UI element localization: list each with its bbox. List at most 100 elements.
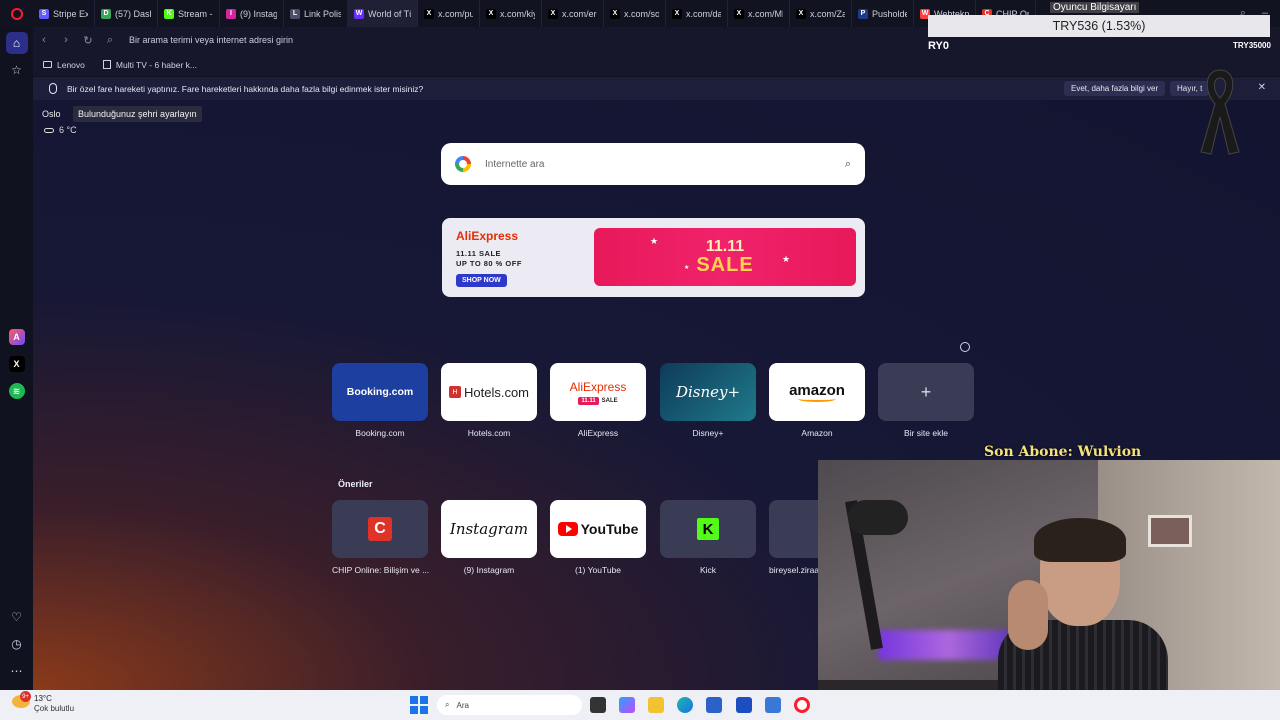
tab-favicon-icon: X (610, 8, 620, 19)
cam-rgb-lights (878, 630, 1018, 660)
x-icon: X (8, 356, 25, 372)
more-button[interactable]: ⋯ (6, 660, 28, 682)
latest-subscriber: Son Abone: Wulvion (984, 444, 1142, 460)
tab-label: Link Polisi H (304, 8, 341, 19)
favorites-button[interactable]: ♡ (6, 606, 28, 628)
infobar-yes-button[interactable]: Evet, daha fazla bilgi ver (1064, 81, 1166, 96)
home-button[interactable]: ⌂ (5, 32, 28, 54)
tab-favicon-icon: S (39, 8, 49, 19)
speed-dial-amazon[interactable]: amazon Amazon (769, 363, 865, 438)
search-icon: ⌕ (106, 33, 114, 46)
tab-favicon-icon: X (424, 8, 434, 19)
cloud-icon (44, 127, 54, 133)
tab-item[interactable]: L Link Polisi H (284, 0, 348, 27)
back-icon[interactable]: ‹ (33, 34, 55, 46)
tab-label: x.com/darla (686, 8, 721, 19)
tab-item[interactable]: Xx.com/solcu (604, 0, 666, 27)
windows-taskbar: 9+ 13°C Çok bulutlu ⌕ Ara (0, 690, 1280, 720)
weather-city[interactable]: Oslo (42, 109, 61, 119)
mourning-ribbon-icon (1200, 69, 1240, 155)
google-search-box[interactable]: ⌕ (441, 143, 865, 185)
suggestion-bireysel[interactable]: B bireysel.ziraa (769, 500, 819, 575)
chip-tile: C (332, 500, 428, 558)
shop-now-button[interactable]: SHOP NOW (456, 274, 507, 287)
close-icon[interactable]: ✕ (1258, 82, 1266, 93)
windows-start-icon[interactable] (410, 696, 428, 714)
sidebar-app-spotify[interactable]: ≋ (6, 380, 28, 402)
aliexpress-ad-banner[interactable]: AliExpress 11.11 SALE UP TO 80 % OFF SHO… (442, 218, 865, 297)
lenovo-app-icon[interactable] (736, 697, 752, 713)
history-button[interactable]: ◷ (6, 633, 28, 655)
tab-label: x.com/push (438, 8, 473, 19)
google-icon (455, 156, 471, 172)
suggestion-chip[interactable]: C CHIP Online: Bilişim ve ... (332, 500, 430, 575)
chip-logo: C (368, 517, 392, 541)
add-site-button[interactable]: + Bir site ekle (878, 363, 974, 438)
sidebar-app-aria[interactable]: A (6, 326, 28, 348)
speed-dial-hotels[interactable]: H Hotels.com Hotels.com (441, 363, 537, 438)
edge-icon[interactable] (677, 697, 693, 713)
tab-label: Stream - Ki (178, 8, 213, 19)
task-view-icon[interactable] (590, 697, 606, 713)
city-tooltip: Bulunduğunuz şehri ayarlayın (73, 106, 202, 122)
app-icon[interactable] (765, 697, 781, 713)
tab-item[interactable]: I (9) Instagram (220, 0, 284, 27)
bireysel-tile: B (769, 500, 819, 558)
tab-item[interactable]: Xx.com/push (418, 0, 480, 27)
instagram-logo: Instagram (441, 500, 537, 558)
tab-item[interactable]: Xx.com/Zam (790, 0, 852, 27)
search-icon[interactable]: ⌕ (845, 158, 851, 171)
opera-menu-button[interactable] (0, 0, 33, 27)
tile-label: Amazon (801, 428, 833, 438)
taskbar-search[interactable]: ⌕ Ara (437, 695, 582, 715)
sidebar-app-x[interactable]: X (6, 353, 28, 375)
home-icon: ⌂ (12, 36, 21, 50)
search-input[interactable] (485, 158, 815, 170)
tab-label: World of Tü (368, 8, 411, 19)
spotify-icon: ≋ (8, 383, 25, 399)
suggestion-instagram[interactable]: Instagram (9) Instagram (441, 500, 537, 575)
bookmark-lenovo[interactable]: Lenovo (43, 60, 85, 70)
opera-taskbar-icon[interactable] (794, 697, 810, 713)
tile-label: CHIP Online: Bilişim ve ... (332, 565, 430, 575)
bookmark-label: Multi TV - 6 haber k... (115, 59, 197, 70)
suggestion-kick[interactable]: K Kick (660, 500, 756, 575)
tab-item[interactable]: W World of Tü (348, 0, 418, 27)
reload-icon[interactable]: ↻ (77, 34, 99, 47)
plus-icon: + (878, 363, 974, 421)
speed-dial-button[interactable]: ☆ (6, 59, 28, 81)
tile-label: (9) Instagram (463, 565, 515, 575)
file-explorer-icon[interactable] (648, 697, 664, 713)
tab-favicon-icon: X (672, 8, 682, 19)
sale-badge: 11.11 (578, 397, 599, 405)
smiley-icon[interactable] (960, 342, 970, 352)
store-icon[interactable] (706, 697, 722, 713)
booking-logo: Booking.com (332, 363, 428, 421)
youtube-play-icon (557, 522, 578, 536)
copilot-icon[interactable] (619, 697, 635, 713)
tab-item[interactable]: K Stream - Ki (158, 0, 220, 27)
tab-item[interactable]: Xx.com/erenl (542, 0, 604, 27)
bookmark-multi-tv[interactable]: Multi TV - 6 haber k... (102, 59, 197, 70)
tab-item[interactable]: P Pusholder c (852, 0, 914, 27)
tab-favicon-icon: X (734, 8, 744, 19)
speed-dial-disney[interactable]: Disney+ Disney+ (660, 363, 756, 438)
tab-item[interactable]: Xx.com/MDR (728, 0, 790, 27)
tab-favicon-icon: L (290, 8, 300, 19)
tab-label: x.com/solcu (624, 8, 659, 19)
tab-label: x.com/MDR (748, 8, 783, 19)
tab-item[interactable]: S Stripe Expre (33, 0, 95, 27)
speed-dial-aliexpress[interactable]: AliExpress 11.11 SALE AliExpress (550, 363, 646, 438)
speed-dial-booking[interactable]: Booking.com Booking.com (332, 363, 428, 438)
suggestion-youtube[interactable]: YouTube (1) YouTube (550, 500, 646, 575)
heart-icon: ♡ (11, 610, 22, 624)
forward-icon[interactable]: › (55, 34, 77, 46)
ad-line2: UP TO 80 % OFF (456, 259, 522, 268)
tab-item[interactable]: Xx.com/kiyas (480, 0, 542, 27)
tab-item[interactable]: D (57) Dashbo (95, 0, 158, 27)
tab-item[interactable]: Xx.com/darla (666, 0, 728, 27)
aliexpress-sale-tag: 11.11 SALE (578, 397, 618, 405)
weather-widget[interactable]: 6 °C (44, 125, 77, 135)
ticker-right-text: TRY35000 (1233, 41, 1271, 50)
address-input[interactable]: Bir arama terimi veya internet adresi gi… (129, 35, 293, 45)
